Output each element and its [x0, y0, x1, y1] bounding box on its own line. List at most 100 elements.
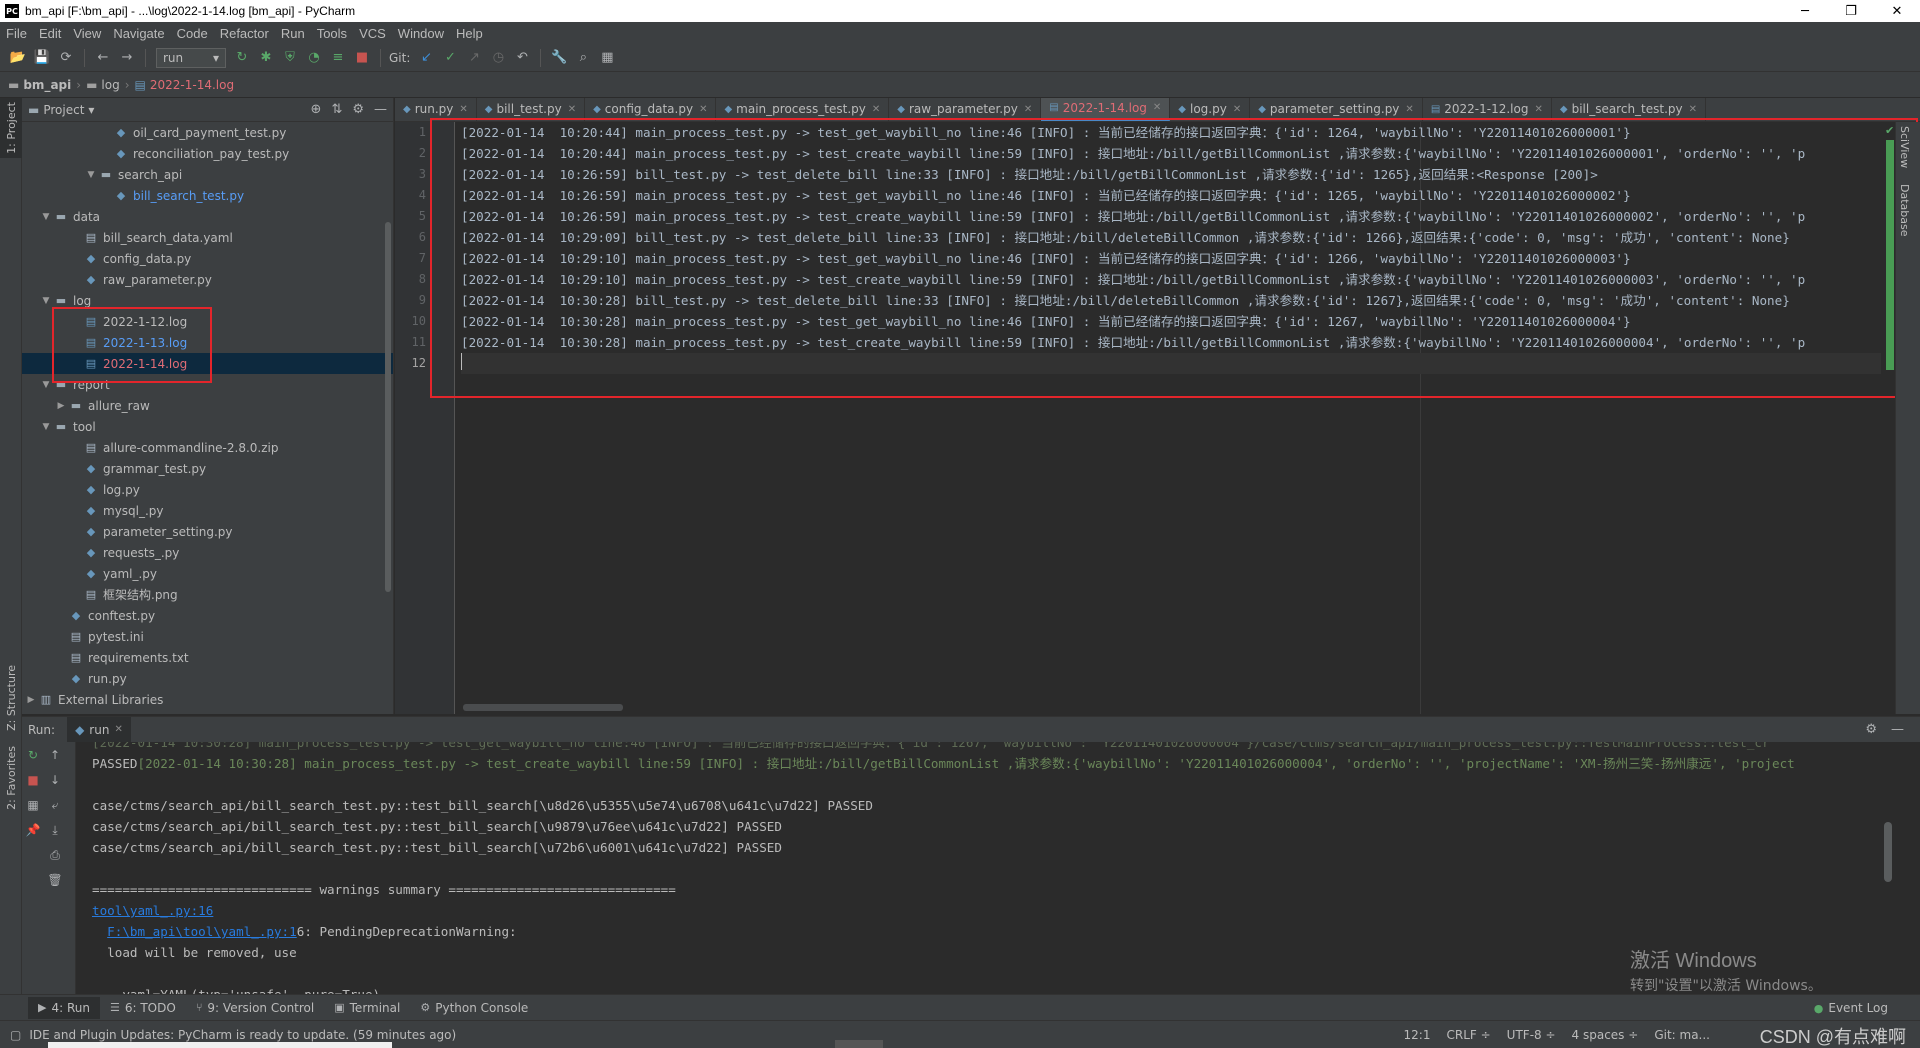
- tree-item[interactable]: ▤ pytest.ini: [22, 626, 393, 647]
- tree-item[interactable]: ▤ 2022-1-14.log: [22, 353, 393, 374]
- tree-item[interactable]: ▼ ▬ report: [22, 374, 393, 395]
- search-icon[interactable]: ⌕: [573, 48, 593, 68]
- close-icon[interactable]: ✕: [1689, 104, 1697, 115]
- tree-item[interactable]: ◆ grammar_test.py: [22, 458, 393, 479]
- horizontal-scrollbar[interactable]: [463, 704, 623, 711]
- bottom-tool-tab[interactable]: ⚙ Python Console: [410, 997, 538, 1019]
- editor-tab[interactable]: ◆ raw_parameter.py ✕: [889, 98, 1042, 121]
- menu-code[interactable]: Code: [171, 26, 214, 41]
- menu-file[interactable]: File: [0, 26, 33, 41]
- tree-item[interactable]: ▼ ▬ search_api: [22, 164, 393, 185]
- breadcrumb-project[interactable]: bm_api: [23, 78, 71, 92]
- sync-icon[interactable]: ⟳: [56, 48, 76, 68]
- arrow-up-icon[interactable]: ↑: [47, 748, 63, 764]
- structure-tool-tab[interactable]: Z: Structure: [0, 658, 22, 738]
- git-history-icon[interactable]: ◷: [488, 48, 508, 68]
- run-tab[interactable]: ◆ run ✕: [67, 716, 131, 743]
- tree-item[interactable]: ◆ yaml_.py: [22, 563, 393, 584]
- tree-item[interactable]: ▤ allure-commandline-2.8.0.zip: [22, 437, 393, 458]
- code-area[interactable]: [2022-01-14 10:20:44] main_process_test.…: [461, 122, 1881, 682]
- chevron-down-icon[interactable]: ▼: [39, 296, 53, 306]
- debug-icon[interactable]: ✱: [256, 48, 276, 68]
- scroll-to-end-icon[interactable]: ⤓: [47, 823, 63, 839]
- menu-navigate[interactable]: Navigate: [107, 26, 170, 41]
- tree-scrollbar[interactable]: [385, 122, 391, 712]
- layout-icon[interactable]: ▦: [25, 798, 41, 814]
- bottom-tool-tab[interactable]: ▣ Terminal: [324, 997, 410, 1019]
- tree-item[interactable]: ▶ ▥ External Libraries: [22, 689, 393, 710]
- git-push-icon[interactable]: ↗: [464, 48, 484, 68]
- chevron-down-icon[interactable]: ▼: [39, 380, 53, 390]
- editor-tab[interactable]: ◆ parameter_setting.py ✕: [1250, 98, 1423, 121]
- run-console[interactable]: [2022-01-14 10:30:28] main_process_test.…: [76, 742, 1896, 994]
- editor[interactable]: 1 2 3 4 5 6 7 8 9 10 11 12 [2022-01-14 10:20:44] ma…: [395, 122, 1895, 714]
- bottom-tool-tab[interactable]: ⑂ 9: Version Control: [186, 997, 324, 1019]
- tree-item[interactable]: ▼ ▬ tool: [22, 416, 393, 437]
- tree-item[interactable]: ◆ parameter_setting.py: [22, 521, 393, 542]
- menu-refactor[interactable]: Refactor: [214, 26, 275, 41]
- close-icon[interactable]: ✕: [699, 104, 707, 115]
- editor-tab[interactable]: ◆ bill_search_test.py ✕: [1552, 98, 1707, 121]
- editor-tab[interactable]: ◆ bill_test.py ✕: [477, 98, 586, 121]
- tree-item[interactable]: ◆ conftest.py: [22, 605, 393, 626]
- pin-icon[interactable]: 📌: [25, 823, 41, 839]
- status-message[interactable]: IDE and Plugin Updates: PyCharm is ready…: [29, 1028, 456, 1042]
- editor-tab[interactable]: ▤ 2022-1-12.log ✕: [1423, 98, 1552, 121]
- database-tool-tab[interactable]: Database: [1898, 184, 1911, 237]
- git-commit-icon[interactable]: ✓: [440, 48, 460, 68]
- rerun-icon[interactable]: ↻: [232, 48, 252, 68]
- editor-tab[interactable]: ◆ log.py ✕: [1170, 98, 1251, 121]
- hide-icon[interactable]: —: [374, 102, 387, 117]
- coverage-icon[interactable]: ⛨: [280, 48, 300, 68]
- tree-item[interactable]: ◆ mysql_.py: [22, 500, 393, 521]
- save-all-icon[interactable]: 💾: [32, 48, 52, 68]
- hide-icon[interactable]: —: [1891, 722, 1904, 737]
- tree-item[interactable]: ▤ 2022-1-12.log: [22, 311, 393, 332]
- tree-item[interactable]: ◆ bill_search_test.py: [22, 185, 393, 206]
- close-icon[interactable]: ✕: [459, 104, 467, 115]
- close-button[interactable]: ✕: [1874, 0, 1920, 22]
- git-update-icon[interactable]: ↙: [416, 48, 436, 68]
- chevron-right-icon[interactable]: ▶: [24, 695, 38, 705]
- menu-run[interactable]: Run: [275, 26, 311, 41]
- minimize-button[interactable]: ─: [1782, 0, 1828, 22]
- project-tool-tab[interactable]: 1: Project: [0, 98, 22, 158]
- concurrency-icon[interactable]: ≡: [328, 48, 348, 68]
- run-config-select[interactable]: run ▾: [156, 47, 226, 68]
- gear-icon[interactable]: ⚙: [352, 102, 364, 117]
- tree-item[interactable]: ◆ config_data.py: [22, 248, 393, 269]
- git-branch[interactable]: Git: ma...: [1654, 1028, 1710, 1042]
- bottom-tool-tab[interactable]: ▶ 4: Run: [28, 996, 100, 1019]
- menu-help[interactable]: Help: [450, 26, 489, 41]
- editor-tab[interactable]: ◆ run.py ✕: [395, 98, 477, 121]
- forward-arrow-icon[interactable]: →: [117, 48, 137, 68]
- console-line[interactable]: tool\yaml_.py:16: [76, 900, 1896, 921]
- gear-icon[interactable]: ⚙: [1865, 722, 1877, 737]
- tree-item[interactable]: ▼ ▬ data: [22, 206, 393, 227]
- close-icon[interactable]: ✕: [1534, 104, 1542, 115]
- menu-tools[interactable]: Tools: [311, 26, 353, 41]
- breadcrumb-file[interactable]: 2022-1-14.log: [150, 78, 234, 92]
- menu-window[interactable]: Window: [392, 26, 450, 41]
- editor-tab[interactable]: ◆ config_data.py ✕: [585, 98, 717, 121]
- wrench-icon[interactable]: 🔧: [549, 48, 569, 68]
- close-icon[interactable]: ✕: [1153, 102, 1161, 113]
- project-view-select[interactable]: ▬ Project ▾: [28, 103, 94, 117]
- menu-view[interactable]: View: [67, 26, 107, 41]
- tree-item[interactable]: ◆ reconciliation_pay_test.py: [22, 143, 393, 164]
- chevron-down-icon[interactable]: ▼: [39, 212, 53, 222]
- editor-tab[interactable]: ◆ main_process_test.py ✕: [716, 98, 890, 121]
- event-log-tab[interactable]: ● Event Log: [1814, 995, 1888, 1021]
- editor-tab[interactable]: ▤ 2022-1-14.log ✕: [1041, 98, 1171, 121]
- tree-item[interactable]: ◆ raw_parameter.py: [22, 269, 393, 290]
- tree-item[interactable]: ◆ log.py: [22, 479, 393, 500]
- breadcrumb-folder[interactable]: log: [101, 78, 119, 92]
- python-packages-icon[interactable]: ▦: [597, 48, 617, 68]
- stop-icon[interactable]: ■: [25, 773, 41, 789]
- tree-item[interactable]: ◆ run.py: [22, 668, 393, 689]
- file-link[interactable]: F:\bm_api\tool\yaml_.py:1: [107, 924, 297, 939]
- sciview-tool-tab[interactable]: SciView: [1898, 126, 1911, 168]
- caret-position[interactable]: 12:1: [1404, 1028, 1431, 1042]
- console-scrollbar[interactable]: [1884, 822, 1892, 882]
- tree-item[interactable]: ▤ 2022-1-13.log: [22, 332, 393, 353]
